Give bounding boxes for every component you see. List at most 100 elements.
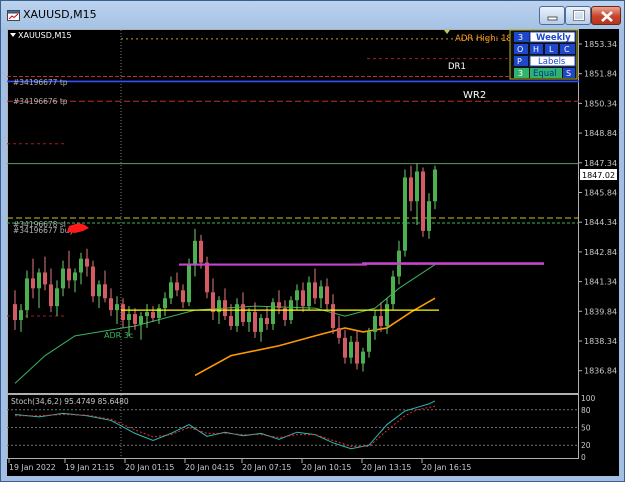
candle-body <box>331 304 335 328</box>
time-tick-label: 20 Jan 01:15 <box>125 463 174 472</box>
panel-s: S <box>566 69 571 78</box>
candle-body <box>91 266 95 297</box>
candle-body <box>175 282 179 291</box>
shift-marker-icon[interactable] <box>444 30 450 34</box>
stoch-level-label: 20 <box>581 441 591 450</box>
wr2-label: WR2 <box>463 90 486 101</box>
candle-body <box>325 286 329 305</box>
candle-body <box>85 258 89 267</box>
maximize-button[interactable] <box>565 6 591 25</box>
tp-label-1: #34196677 tp <box>13 78 68 87</box>
pivot-control-panel: 3 Weekly O H L C P Labels 3 Equal S <box>509 29 578 80</box>
candle-body <box>421 171 425 231</box>
candle-body <box>55 288 59 307</box>
window-title: XAUUSD,M15 <box>23 8 97 21</box>
candle-body <box>427 201 431 231</box>
candle-body <box>31 278 35 289</box>
ma-fast-line <box>14 264 436 384</box>
time-axis[interactable]: 19 Jan 2022 19 Jan 21:15 20 Jan 01:15 20 Ja… <box>8 459 471 472</box>
order-buy-label: #34196677 buy <box>13 226 74 235</box>
candle-body <box>415 171 419 202</box>
candle-body <box>277 302 281 309</box>
price-tick-label: 1848.84 <box>584 129 617 138</box>
stoch-main-line <box>14 400 436 450</box>
candle-body <box>349 341 353 358</box>
candle-body <box>103 284 107 299</box>
chart-symbol-label: XAUUSD,M15 <box>18 31 72 40</box>
panel-o: O <box>517 45 523 54</box>
panel-num2: 3 <box>518 69 523 78</box>
time-tick-label: 20 Jan 13:15 <box>362 463 411 472</box>
stoch-label: Stoch(34,6,2) 95.4749 85.6480 <box>11 397 129 406</box>
panel-l: L <box>549 45 554 54</box>
candle-body <box>49 284 53 307</box>
candle-body <box>409 177 413 202</box>
candle-body <box>223 300 227 317</box>
candle-body <box>247 312 251 322</box>
price-tick-label: 1839.84 <box>584 307 617 316</box>
stoch-signal-line <box>15 405 436 447</box>
stoch-level-label: 80 <box>581 406 591 415</box>
stoch-level-label: 100 <box>581 394 596 403</box>
candle-series <box>13 163 437 372</box>
candle-body <box>373 316 377 332</box>
candle-body <box>43 272 47 285</box>
candle-body <box>229 316 233 326</box>
stoch-level-label: 0 <box>581 453 586 462</box>
price-tick-label: 1838.34 <box>584 337 617 346</box>
candle-body <box>235 304 239 326</box>
panel-c: C <box>564 45 570 54</box>
candle-body <box>199 240 203 263</box>
candle-body <box>187 264 191 303</box>
candle-body <box>295 290 299 301</box>
candle-body <box>139 316 143 324</box>
stoch-level-label: 50 <box>581 424 591 433</box>
candle-body <box>151 312 155 319</box>
time-tick-label: 20 Jan 10:15 <box>302 463 351 472</box>
candle-body <box>133 314 137 324</box>
candle-body <box>367 331 371 352</box>
price-tick-label: 1841.34 <box>584 278 617 287</box>
candle-body <box>181 290 185 303</box>
time-tick-label: 20 Jan 04:15 <box>185 463 234 472</box>
last-price-label: 1847.02 <box>582 171 615 180</box>
candle-body <box>109 298 113 311</box>
candle-body <box>67 268 71 281</box>
candle-body <box>115 304 119 311</box>
candle-body <box>361 351 365 364</box>
candle-body <box>259 318 263 332</box>
title-bar[interactable]: XAUUSD,M15 <box>1 1 624 29</box>
price-tick-label: 1850.34 <box>584 99 617 108</box>
candle-body <box>385 304 389 326</box>
minimize-button[interactable] <box>539 6 565 25</box>
time-tick-label: 20 Jan 16:15 <box>422 463 471 472</box>
panel-h: H <box>533 45 539 54</box>
candle-body <box>61 268 65 289</box>
minimize-icon <box>547 16 558 21</box>
tp-label-2: #34196676 tp <box>13 97 68 106</box>
candle-body <box>211 292 215 313</box>
chart-area[interactable]: XAUUSD,M15 ADR High: 1853. DR1 WR2 #3419… <box>7 29 619 476</box>
triangle-down-icon[interactable] <box>10 33 16 37</box>
candle-body <box>79 258 83 273</box>
candle-body <box>163 298 167 309</box>
candle-body <box>19 310 23 321</box>
candle-body <box>337 327 341 338</box>
candle-body <box>307 282 311 307</box>
maximize-icon <box>573 10 585 21</box>
candle-body <box>271 302 275 324</box>
adr-low-label: ADR 3c <box>104 331 133 340</box>
price-tick-label: 1845.84 <box>584 189 617 198</box>
candle-body <box>25 278 29 311</box>
price-axis[interactable]: 1853.34 1851.84 1850.34 1848.84 1847.34 1845.… <box>578 40 617 376</box>
candle-body <box>433 169 437 202</box>
price-chart[interactable]: XAUUSD,M15 ADR High: 1853. DR1 WR2 #3419… <box>7 29 619 476</box>
close-button[interactable] <box>591 6 621 25</box>
candle-body <box>391 276 395 305</box>
candle-body <box>37 272 41 289</box>
main-pane-frame <box>7 29 579 394</box>
chart-window-icon <box>7 10 20 21</box>
panel-p: P <box>517 57 522 66</box>
candle-body <box>301 290 305 307</box>
trade-arrow-icon[interactable] <box>67 223 89 233</box>
